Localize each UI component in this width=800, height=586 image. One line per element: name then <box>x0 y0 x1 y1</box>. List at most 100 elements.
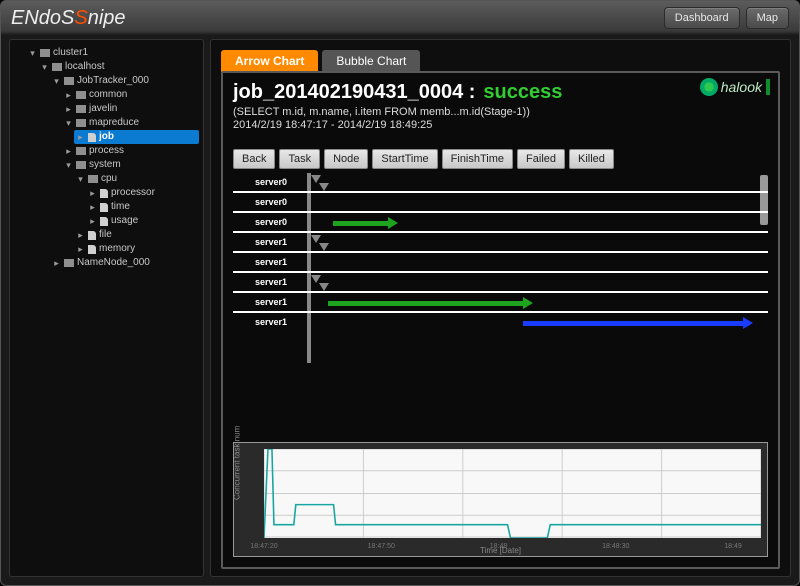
folder-icon <box>76 147 86 155</box>
x-tick-label: 18:49 <box>724 543 742 550</box>
tree-node-javelin[interactable]: ▸javelin <box>62 102 199 116</box>
tree-node-time[interactable]: ▸time <box>86 200 199 214</box>
tree-sidebar: ▾cluster1 ▾localhost ▾JobTracker_000 ▸co… <box>9 39 204 577</box>
sort-failed-button[interactable]: Failed <box>517 149 565 169</box>
tree-node-jobtracker[interactable]: ▾JobTracker_000 <box>50 74 199 88</box>
tree-toggle-icon[interactable]: ▸ <box>88 186 97 200</box>
tree-toggle-icon[interactable]: ▸ <box>64 144 73 158</box>
tree-node-cluster[interactable]: ▾cluster1 <box>26 46 199 60</box>
row-server-label: server1 <box>251 237 291 247</box>
gear-icon <box>701 79 717 95</box>
row-server-label: server0 <box>251 197 291 207</box>
sort-killed-button[interactable]: Killed <box>569 149 614 169</box>
arrow-chart-row: server1 <box>233 233 768 253</box>
tree-node-processor[interactable]: ▸processor <box>86 186 199 200</box>
tree-toggle-icon[interactable]: ▾ <box>64 158 73 172</box>
tree-node-process[interactable]: ▸process <box>62 144 199 158</box>
row-server-label: server0 <box>251 177 291 187</box>
tree-toggle-icon[interactable]: ▸ <box>88 214 97 228</box>
arrow-chart-row: server0 <box>233 213 768 233</box>
tree-toggle-icon[interactable]: ▸ <box>64 88 73 102</box>
folder-icon <box>64 259 74 267</box>
tree-node-usage[interactable]: ▸usage <box>86 214 199 228</box>
tab-arrow-chart[interactable]: Arrow Chart <box>221 50 318 72</box>
x-tick-label: 18:48 <box>490 543 508 550</box>
tree-node-mapreduce[interactable]: ▾mapreduce <box>62 116 199 130</box>
arrow-chart-row: server1 <box>233 293 768 313</box>
x-tick-label: 18:47:20 <box>250 543 277 550</box>
tree-toggle-icon[interactable]: ▸ <box>88 200 97 214</box>
marker-icon <box>319 183 329 191</box>
main-panel: Arrow Chart Bubble Chart halook job_2014… <box>210 39 791 577</box>
marker-icon <box>311 175 321 183</box>
arrow-chart: server0 server0 server0 server1 server1 serve… <box>233 173 768 363</box>
tree-toggle-icon[interactable]: ▸ <box>64 102 73 116</box>
arrow-chart-row: server0 <box>233 193 768 213</box>
task-arrow[interactable] <box>523 321 753 326</box>
tree-toggle-icon[interactable]: ▸ <box>76 228 85 242</box>
sort-toolbar: Back Task Node StartTime FinishTime Fail… <box>233 149 768 169</box>
row-server-label: server1 <box>251 297 291 307</box>
sort-task-button[interactable]: Task <box>279 149 320 169</box>
tree-node-common[interactable]: ▸common <box>62 88 199 102</box>
app-logo: ENdoSSnipenipe <box>11 7 658 30</box>
arrow-chart-row: server0 <box>233 173 768 193</box>
tab-bubble-chart[interactable]: Bubble Chart <box>322 50 420 72</box>
tree-toggle-icon[interactable]: ▾ <box>28 46 37 60</box>
tree-toggle-icon[interactable]: ▸ <box>76 242 85 256</box>
chart-tabs: Arrow Chart Bubble Chart <box>221 50 780 72</box>
sort-starttime-button[interactable]: StartTime <box>372 149 437 169</box>
halook-branding: halook <box>701 79 770 95</box>
line-plot-area <box>264 449 761 538</box>
tree-toggle-icon[interactable]: ▾ <box>64 116 73 130</box>
job-timerange: 2014/2/19 18:47:17 - 2014/2/19 18:49:25 <box>233 119 768 131</box>
tree-toggle-icon[interactable]: ▾ <box>76 172 85 186</box>
file-icon <box>100 189 108 198</box>
arrow-chart-row: server1 <box>233 273 768 293</box>
branding-text: halook <box>721 79 762 95</box>
titlebar: ENdoSSnipenipe Dashboard Map <box>1 1 799 35</box>
folder-icon <box>40 49 50 57</box>
y-axis-label: Concurrent task num <box>233 425 242 499</box>
arrow-chart-row: server1 <box>233 313 768 333</box>
app-window: ENdoSSnipenipe Dashboard Map ▾cluster1 ▾… <box>0 0 800 586</box>
logo-text: nipe <box>88 7 126 29</box>
folder-icon <box>76 91 86 99</box>
tree-node-job[interactable]: ▸job <box>74 130 199 144</box>
task-arrow[interactable] <box>328 301 533 306</box>
logo-text: EN <box>11 7 39 29</box>
tree-node-file[interactable]: ▸file <box>74 228 199 242</box>
tree-node-cpu[interactable]: ▾cpu <box>74 172 199 186</box>
chart-panel: halook job_201402190431_0004 : success (… <box>221 71 780 569</box>
file-icon <box>88 245 96 254</box>
row-server-label: server1 <box>251 317 291 327</box>
dashboard-tab-button[interactable]: Dashboard <box>664 7 740 29</box>
tree-toggle-icon[interactable]: ▾ <box>40 60 49 74</box>
tree-node-memory[interactable]: ▸memory <box>74 242 199 256</box>
sort-node-button[interactable]: Node <box>324 149 368 169</box>
row-server-label: server0 <box>251 217 291 227</box>
arrow-chart-row: server1 <box>233 253 768 273</box>
sort-finishtime-button[interactable]: FinishTime <box>442 149 513 169</box>
job-title-line: job_201402190431_0004 : success <box>233 81 768 104</box>
marker-icon <box>319 283 329 291</box>
task-arrow[interactable] <box>333 221 398 226</box>
tree-toggle-icon[interactable]: ▸ <box>76 130 85 144</box>
tree-toggle-icon[interactable]: ▸ <box>52 256 61 270</box>
tree-node-localhost[interactable]: ▾localhost <box>38 60 199 74</box>
marker-icon <box>311 235 321 243</box>
back-button[interactable]: Back <box>233 149 275 169</box>
x-tick-label: 18:48:30 <box>602 543 629 550</box>
tree-node-namenode[interactable]: ▸NameNode_000 <box>50 256 199 270</box>
folder-icon <box>76 105 86 113</box>
map-tab-button[interactable]: Map <box>746 7 789 29</box>
tree-node-system[interactable]: ▾system <box>62 158 199 172</box>
job-title: job_201402190431_0004 : <box>233 81 475 104</box>
tree-toggle-icon[interactable]: ▾ <box>52 74 61 88</box>
logo-text: S <box>74 7 87 29</box>
file-icon <box>88 133 96 142</box>
concurrent-tasks-chart: Concurrent task num Time [Date] <box>233 442 768 557</box>
row-server-label: server1 <box>251 277 291 287</box>
folder-icon <box>76 119 86 127</box>
file-icon <box>100 203 108 212</box>
